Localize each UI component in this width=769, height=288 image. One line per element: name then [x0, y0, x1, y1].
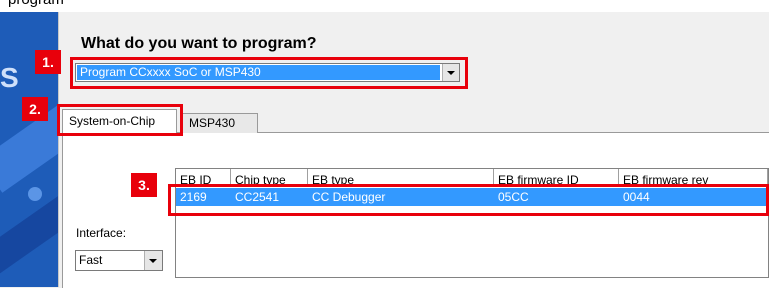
chevron-down-icon — [447, 71, 455, 75]
top-partial-text: program — [8, 0, 64, 8]
program-select-value: Program CCxxxx SoC or MSP430 — [77, 65, 440, 80]
tab-msp430[interactable]: MSP430 — [182, 113, 258, 133]
interface-select-value: Fast — [79, 253, 103, 267]
top-strip: program — [0, 0, 769, 12]
marker-3: 3. — [131, 173, 157, 197]
chevron-down-icon — [149, 259, 157, 263]
interface-select-dropdown-button[interactable] — [144, 251, 162, 270]
side-letter: S — [0, 62, 19, 93]
interface-select[interactable]: Fast — [75, 250, 163, 271]
program-select[interactable]: Program CCxxxx SoC or MSP430 — [75, 63, 460, 82]
page-title: What do you want to program? — [81, 35, 317, 52]
marker-1: 1. — [35, 50, 61, 74]
interface-label: Interface: — [76, 226, 127, 240]
marker-2: 2. — [22, 97, 48, 121]
tab-system-on-chip[interactable]: System-on-Chip — [62, 109, 177, 133]
program-select-dropdown-button[interactable] — [442, 64, 459, 81]
highlight-box-3 — [168, 184, 769, 216]
